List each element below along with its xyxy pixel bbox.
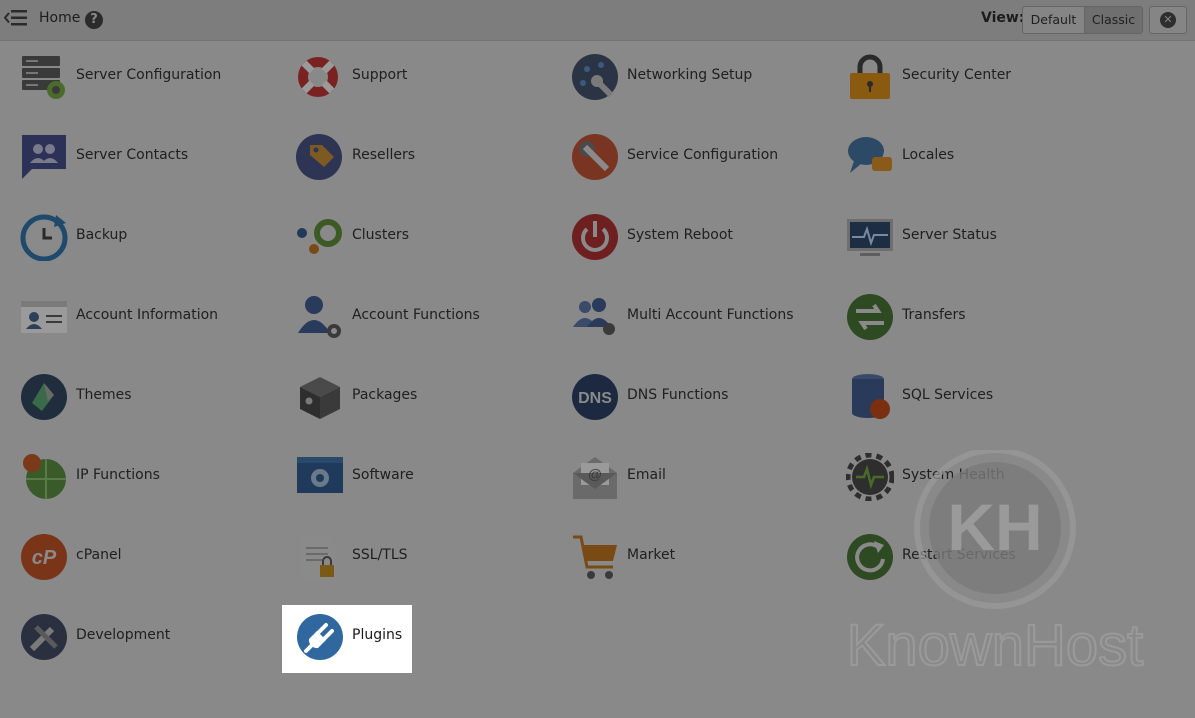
power-icon	[572, 214, 618, 260]
view-default-button[interactable]: Default	[1022, 6, 1085, 34]
breadcrumb-home[interactable]: Home	[39, 10, 80, 26]
tile-label: DNS Functions	[627, 387, 729, 403]
tile-label: System Health	[902, 467, 1005, 483]
tile-label: Security Center	[902, 67, 1012, 83]
gear-pulse-icon	[846, 453, 894, 501]
tile-label: Backup	[76, 227, 128, 243]
network-wrench-icon	[572, 54, 618, 100]
tile-label: Service Configuration	[627, 147, 779, 163]
price-tag-icon	[296, 134, 342, 180]
dns-icon: DNS	[572, 374, 618, 420]
speech-bubbles-icon	[848, 137, 892, 173]
software-window-icon	[297, 457, 343, 493]
tile-label: Transfers	[902, 307, 966, 323]
tile-label: Account Functions	[352, 307, 480, 323]
tile-label: Support	[352, 67, 408, 83]
close-icon: ✕	[1160, 12, 1176, 28]
view-classic-button[interactable]: Classic	[1084, 6, 1143, 34]
envelope-at-icon: @	[573, 457, 617, 499]
tile-label: Clusters	[352, 227, 409, 243]
shopping-cart-icon	[573, 535, 617, 579]
tile-label: System Reboot	[627, 227, 733, 243]
user-gear-icon	[298, 296, 341, 338]
cluster-circles-icon	[297, 219, 342, 254]
wrench-gear-icon	[572, 134, 618, 180]
tile-label: Multi Account Functions	[627, 307, 794, 323]
package-box-icon	[300, 377, 340, 419]
tile-label: Software	[352, 467, 414, 483]
restart-arrow-icon	[847, 534, 893, 580]
cpanel-logo-icon: cP	[21, 534, 67, 580]
padlock-icon	[850, 54, 890, 99]
svg-text:@: @	[588, 466, 602, 482]
tile-label: Server Status	[902, 227, 997, 243]
tile-label: cPanel	[76, 547, 122, 563]
svg-text:KnownHost: KnownHost	[847, 613, 1144, 678]
svg-text:cP: cP	[32, 547, 57, 569]
menu-collapse-icon[interactable]	[4, 9, 28, 27]
monitor-pulse-icon	[847, 219, 893, 256]
tile-label: Themes	[76, 387, 132, 403]
server-gear-icon	[22, 56, 65, 99]
tile-label: Server Configuration	[76, 67, 222, 83]
transfer-arrows-icon	[847, 294, 893, 340]
contacts-bubble-icon	[22, 135, 66, 179]
backup-clock-icon	[20, 214, 68, 261]
tile-label: Market	[627, 547, 676, 563]
tile-label: Restart Services	[902, 547, 1016, 563]
tile-label: SSL/TLS	[352, 547, 408, 563]
svg-text:DNS: DNS	[578, 390, 612, 407]
development-tools-icon	[21, 614, 67, 660]
view-label: View:	[981, 10, 1025, 26]
certificate-lock-icon	[302, 535, 336, 579]
tile-label: IP Functions	[76, 467, 160, 483]
ip-globe-icon	[23, 454, 66, 499]
lifebuoy-icon	[298, 57, 338, 97]
tile-label: Email	[627, 467, 666, 483]
tile-label: Account Information	[76, 307, 219, 323]
tile-label: Networking Setup	[627, 67, 753, 83]
id-card-icon	[21, 301, 67, 333]
tile-label: Development	[76, 627, 171, 643]
users-gear-icon	[573, 298, 615, 335]
tile-label: Packages	[352, 387, 418, 403]
tile-label: SQL Services	[902, 387, 994, 403]
tile-label: Plugins	[352, 627, 403, 643]
tile-label: Server Contacts	[76, 147, 189, 163]
database-icon	[852, 374, 890, 419]
tile-label: Locales	[902, 147, 955, 163]
top-bar: Home ? View: Default Classic ✕	[0, 0, 1195, 41]
plug-icon	[297, 614, 343, 660]
close-button[interactable]: ✕	[1149, 6, 1187, 34]
tile-label: Resellers	[352, 147, 416, 163]
help-icon[interactable]: ?	[85, 11, 103, 29]
paint-drop-icon	[21, 374, 67, 420]
